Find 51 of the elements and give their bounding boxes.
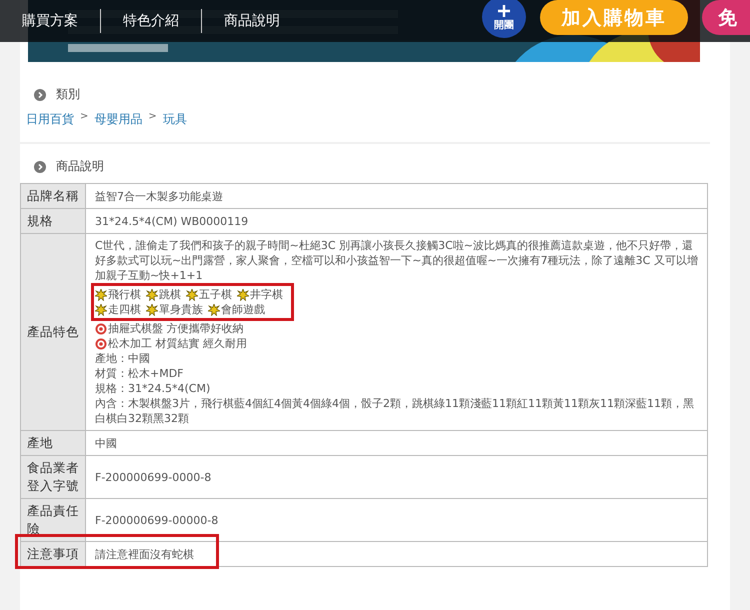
row-label: 產品特色 [20, 234, 86, 430]
breadcrumb-separator: > [80, 111, 88, 124]
feature-point: 抽屜式棋盤 方便攜帶好收納 [108, 321, 244, 336]
row-value: F-200000699-0000-8 [95, 470, 212, 484]
feature-point: 松木加工 材質結實 經久耐用 [108, 336, 247, 351]
breadcrumb-link[interactable]: 母嬰用品 [94, 111, 142, 128]
chevron-circle-icon [34, 88, 46, 100]
row-value: 31*24.5*4(CM) WB0000119 [95, 214, 248, 228]
starburst-icon [237, 288, 249, 300]
row-label: 規格 [20, 208, 86, 234]
game-name: 單身貴族 [159, 302, 203, 317]
group-buy-button[interactable]: 開團 [482, 0, 526, 38]
detail-line: 材質：松木+MDF [95, 366, 185, 381]
starburst-icon [146, 304, 158, 316]
game-name: 飛行棋 [108, 287, 141, 302]
game-name: 井字棋 [250, 287, 283, 302]
section-title: 類別 [56, 86, 80, 103]
free-shipping-button[interactable]: 免 [702, 0, 750, 35]
nav-tab[interactable]: 商品說明 [202, 9, 302, 33]
breadcrumb-link[interactable]: 日用百貨 [26, 111, 74, 128]
game-name: 走四棋 [108, 302, 141, 317]
section-title: 商品說明 [56, 158, 104, 175]
description-text: C世代，誰偷走了我們和孩子的親子時間~杜絕3C 別再讓小孩長久接觸3C啦~波比媽真的很推薦這款桌遊，他不只好帶，還好多款式可以玩~出門露營，家人聚會，空檔可以和小孩益智一下~真的很超值喔~一次擁有7種玩法，除了遠離3C 又可以增加親子互動~快+1+1 [95, 238, 698, 283]
breadcrumb-separator: > [148, 111, 157, 124]
row-value: F-200000699-00000-8 [95, 514, 218, 526]
row-label: 食品業者登入字號 [20, 456, 86, 498]
detail-line: 產地：中國 [95, 351, 151, 366]
game-name: 會師遊戲 [221, 302, 265, 317]
starburst-icon [95, 304, 107, 316]
row-value: 益智7合一木製多功能桌遊 [95, 190, 223, 202]
nav-tab[interactable]: 購買方案 [0, 9, 101, 33]
row-label: 產品責任險 [20, 498, 86, 542]
starburst-icon [146, 288, 158, 300]
row-label: 產地 [20, 430, 86, 456]
starburst-icon [95, 288, 107, 300]
row-label: 品牌名稱 [20, 184, 86, 208]
detail-line: 規格：31*24.5*4(CM) [95, 381, 212, 396]
row-value: 請注意裡面沒有蛇棋 [95, 548, 194, 560]
row-value: 中國 [95, 436, 117, 450]
detail-line: 內含：木製棋盤3片，飛行棋藍4個紅4個黃4個綠4個，骰子2顆，跳棋綠11顆淺藍11顆紅11顆黃11顆灰11顆深藍11顆，黑白棋白32顆黑32顆 [95, 396, 695, 426]
row-label: 注意事項 [20, 542, 86, 566]
game-name: 跳棋 [159, 287, 181, 302]
target-icon [95, 338, 107, 350]
breadcrumb-link[interactable]: 玩具 [162, 111, 187, 128]
plus-icon [498, 4, 510, 16]
game-name: 五子棋 [199, 287, 232, 302]
starburst-icon [186, 288, 198, 300]
nav-tab[interactable]: 特色介紹 [101, 9, 202, 33]
target-icon [95, 322, 107, 334]
chevron-circle-icon [34, 160, 46, 172]
starburst-icon [208, 304, 220, 316]
